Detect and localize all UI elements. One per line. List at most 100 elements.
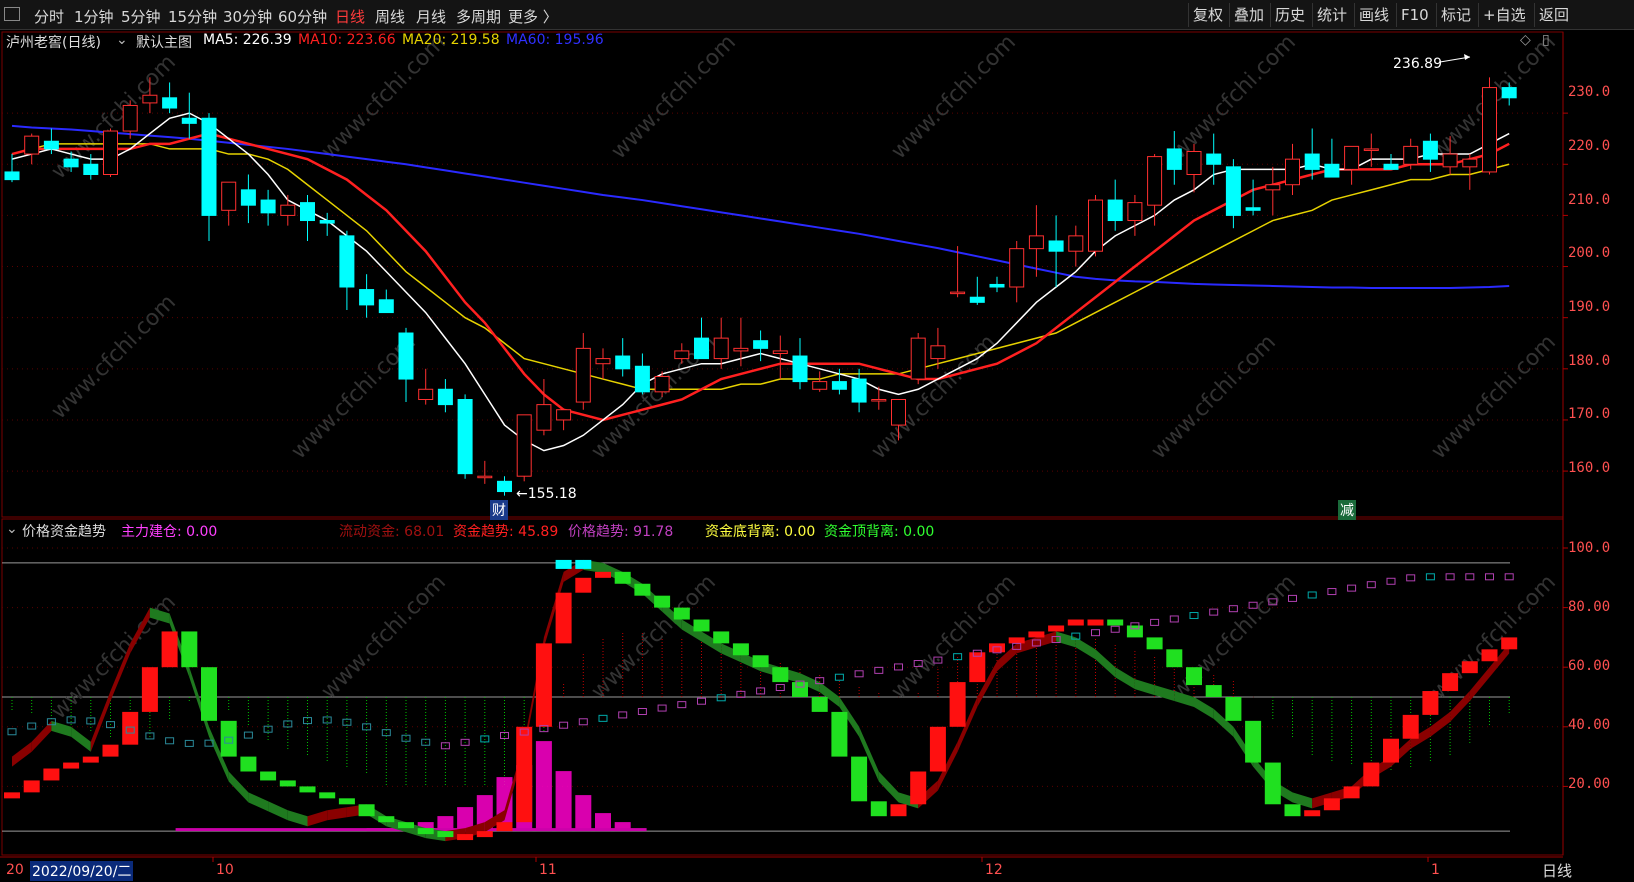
slow-trend-marker	[598, 714, 608, 722]
slow-trend-marker	[677, 701, 687, 709]
watermark: www.cfchi.com	[47, 590, 181, 724]
fund-trend-block	[654, 595, 671, 608]
fund-trend-block	[1481, 649, 1498, 662]
candle-body	[1285, 158, 1300, 186]
fund-trend-block	[279, 780, 296, 787]
candle-body	[733, 347, 749, 352]
slow-trend-marker	[834, 673, 844, 681]
fund-trend-block	[890, 804, 907, 817]
price-trend-band	[31, 720, 52, 752]
fund-trend-block	[1323, 798, 1340, 811]
fund-trend-block	[1205, 685, 1222, 697]
high-price-label: 236.89	[1393, 56, 1442, 72]
fund-trend-block	[811, 697, 828, 712]
fund-trend-block	[338, 798, 355, 805]
slow-trend-marker	[618, 711, 628, 719]
candle-body	[1403, 145, 1419, 165]
fund-trend-block	[161, 631, 178, 668]
high-arrowhead	[1464, 54, 1470, 60]
date-label: 1	[1431, 862, 1440, 878]
candle-body	[516, 414, 532, 477]
period-label: 日线	[1542, 862, 1573, 880]
template-dropdown[interactable]: ⌄	[116, 32, 128, 48]
slow-trend-marker	[184, 739, 194, 747]
fund-trend-block	[1383, 738, 1399, 763]
price-trend-band	[1075, 637, 1096, 660]
fund-trend-block	[240, 756, 257, 772]
slow-trend-marker	[1504, 573, 1514, 581]
candle-body	[930, 345, 946, 360]
candle-body	[260, 199, 276, 214]
price-axis-label: 170.0	[1568, 406, 1611, 422]
fund-trend-block	[969, 652, 986, 683]
indicator-l4: 价格趋势: 91.78	[568, 524, 674, 540]
slow-trend-marker	[1445, 573, 1455, 581]
candle-body	[753, 340, 769, 349]
slow-trend-marker	[953, 653, 963, 661]
candle-body	[1009, 248, 1025, 288]
fund-trend-block	[752, 655, 769, 668]
fund-trend-block	[299, 786, 316, 793]
candle-body	[43, 140, 59, 150]
fund-trend-block	[319, 792, 336, 799]
price-trend-band	[1194, 697, 1214, 719]
fund-trend-block	[949, 682, 966, 727]
fund-trend-block	[516, 726, 533, 823]
fund-trend-block	[1146, 637, 1163, 650]
fund-trend-block	[82, 756, 99, 763]
candle-body	[910, 337, 926, 380]
candle-body	[713, 337, 729, 360]
indicator-axis-label: 60.00	[1568, 658, 1611, 674]
slow-trend-marker	[894, 663, 903, 671]
price-axis-label: 180.0	[1568, 353, 1611, 369]
indicator-name[interactable]: 价格资金趋势	[22, 521, 106, 541]
slow-trend-marker	[1485, 573, 1494, 581]
candle-body	[437, 388, 453, 406]
candle-body	[792, 355, 808, 383]
event-tag-reduce[interactable]: 减	[1338, 500, 1356, 520]
slow-trend-marker	[637, 707, 647, 715]
slow-trend-marker	[1189, 612, 1199, 620]
fund-trend-block	[555, 592, 572, 644]
indicator-l6: 资金顶背离: 0.00	[824, 524, 935, 540]
candle-body	[497, 480, 512, 493]
fund-trend-block	[1225, 697, 1242, 721]
slow-trend-marker	[1327, 588, 1337, 596]
candle-body	[812, 381, 828, 390]
price-trend-band	[307, 810, 328, 827]
ma10-line	[11, 132, 1510, 422]
diamond-icon[interactable]: ◇	[1520, 32, 1531, 48]
watermark: www.cfchi.com	[607, 30, 741, 164]
indicator-collapse-icon[interactable]: ⌄	[6, 521, 18, 537]
window-icon[interactable]: ▯	[1542, 32, 1550, 48]
candle-body	[339, 235, 355, 288]
ma10-label: MA10: 223.66	[298, 32, 396, 48]
price-trend-band	[268, 801, 288, 821]
price-trend-band	[12, 741, 32, 767]
indicator-axis-label: 100.0	[1568, 540, 1611, 556]
price-trend-band	[228, 771, 249, 803]
watermark: www.cfchi.com	[1147, 330, 1281, 464]
candle-body	[694, 337, 709, 360]
fund-trend-block	[1087, 619, 1104, 626]
price-trend-band	[71, 726, 91, 752]
candle-body	[398, 332, 414, 380]
candle-body	[4, 171, 20, 181]
accumulation-bar	[555, 771, 572, 832]
template-label[interactable]: 默认主图	[136, 32, 192, 52]
candle-body	[1127, 202, 1143, 222]
candle-body	[162, 97, 178, 109]
candle-body	[615, 355, 631, 370]
slow-trend-marker	[1425, 573, 1435, 581]
slow-trend-marker	[1386, 577, 1396, 585]
candle-body	[1048, 240, 1064, 252]
candle-body	[122, 104, 138, 132]
fund-trend-block	[634, 583, 651, 596]
event-tag-finance[interactable]: 财	[490, 500, 508, 520]
fund-trend-block	[102, 744, 119, 757]
fund-trend-block	[772, 667, 789, 683]
candle-body	[1363, 148, 1379, 151]
chart-canvas[interactable]: www.cfchi.com www.cfchi.com www.cfchi.com w…	[0, 0, 1634, 882]
candle-body	[221, 181, 237, 211]
slow-trend-marker	[697, 697, 706, 705]
